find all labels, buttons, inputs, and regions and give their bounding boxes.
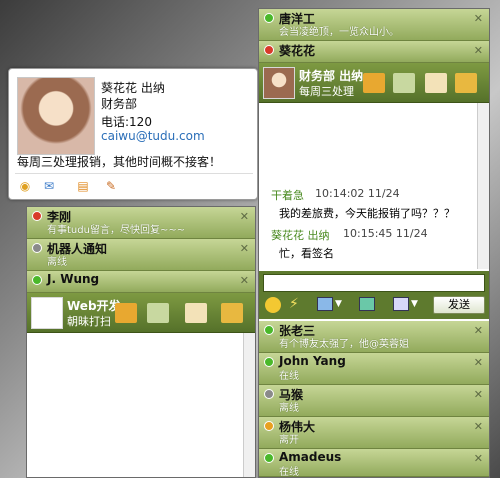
lightning-icon[interactable]: ⚡ (289, 296, 299, 312)
offline-status-icon (32, 243, 42, 253)
contact-status: 离开 (279, 435, 299, 446)
profile-card: 葵花花 出纳 财务部 电话:120 caiwu@tudu.com 每周三处理报销… (8, 68, 258, 200)
contact-row[interactable]: J. Wung ✕ (27, 271, 255, 293)
expanded-contact[interactable]: 财务部 出纳 每周三处理 (259, 63, 489, 103)
close-icon[interactable]: ✕ (474, 12, 483, 25)
close-icon[interactable]: ✕ (474, 420, 483, 433)
screenshot-icon[interactable] (317, 297, 333, 311)
lock-icon[interactable] (455, 73, 477, 93)
online-status-icon (264, 453, 274, 463)
contact-status: 有个博友太强了，他@英蓉姐 (279, 339, 409, 350)
folder-icon[interactable] (115, 303, 137, 323)
contact-row[interactable]: 唐洋工 会当凌绝顶，一览众山小。 ✕ (259, 9, 489, 41)
profile-email[interactable]: caiwu@tudu.com (101, 129, 205, 143)
contact-row[interactable]: 机器人通知 离线 ✕ (27, 239, 255, 271)
folder-icon[interactable] (363, 73, 385, 93)
left-contact-panel: 李刚 有事tudu留言，尽快回复~~~ ✕ 机器人通知 离线 ✕ J. Wung… (26, 206, 256, 478)
message-input[interactable] (263, 274, 485, 292)
online-status-icon (264, 325, 274, 335)
chevron-down-icon[interactable]: ▼ (335, 299, 342, 309)
contact-status: 在线 (279, 371, 299, 382)
avatar[interactable] (17, 77, 95, 155)
contact-status: 有事tudu留言，尽快回复~~~ (47, 225, 186, 236)
message-sender: 干着急 (271, 189, 304, 202)
contact-status: 在线 (279, 467, 299, 478)
profile-department: 财务部 (101, 97, 138, 111)
close-icon[interactable]: ✕ (474, 452, 483, 465)
chevron-down-icon[interactable]: ▼ (411, 299, 418, 309)
mail-icon[interactable] (425, 73, 447, 93)
contact-row[interactable]: 李刚 有事tudu留言，尽快回复~~~ ✕ (27, 207, 255, 239)
expanded-contact[interactable]: Web开发 朝昧打扫 (27, 293, 255, 333)
contact-name: J. Wung (47, 272, 100, 286)
right-contact-panel: 唐洋工 会当凌绝顶，一览众山小。 ✕ 葵花花 ✕ 财务部 出纳 每周三处理 干着… (258, 8, 490, 478)
message-time: 10:14:02 11/24 (315, 187, 400, 200)
message-time: 10:15:45 11/24 (343, 227, 428, 240)
avatar[interactable] (263, 67, 295, 99)
chat-history[interactable]: 干着急 10:14:02 11/24 我的差旅费，今天能报销了吗？？？ 葵花花 … (259, 103, 489, 271)
expanded-contact-name: 财务部 出纳 (299, 69, 364, 83)
close-icon[interactable]: ✕ (474, 324, 483, 337)
contact-row[interactable]: 马猴 离线 ✕ (259, 385, 489, 417)
scrollbar[interactable] (477, 103, 489, 269)
contact-name: John Yang (279, 354, 346, 368)
mail-icon[interactable]: ✉ (41, 179, 57, 193)
lock-icon[interactable] (221, 303, 243, 323)
chat-icon[interactable]: ◉ (17, 179, 33, 193)
contact-name: Amadeus (279, 450, 342, 464)
expanded-contact-status: 朝昧打扫 (67, 315, 111, 328)
history-icon[interactable] (393, 297, 409, 311)
profile-signature: 每周三处理报销，其他时间概不接客！ (17, 155, 222, 169)
close-icon[interactable]: ✕ (474, 388, 483, 401)
close-icon[interactable]: ✕ (240, 274, 249, 287)
profile-phone: 电话:120 (101, 115, 152, 129)
scrollbar[interactable] (243, 333, 255, 477)
online-status-icon (264, 357, 274, 367)
contact-status: 离线 (47, 257, 67, 268)
emoji-icon[interactable] (265, 297, 281, 313)
close-icon[interactable]: ✕ (474, 44, 483, 57)
away-status-icon (264, 421, 274, 431)
contact-row[interactable]: 张老三 有个博友太强了，他@英蓉姐 ✕ (259, 321, 489, 353)
avatar[interactable] (31, 297, 63, 329)
message-text: 我的差旅费，今天能报销了吗？？？ (279, 207, 455, 220)
busy-status-icon (264, 45, 274, 55)
contact-status: 会当凌绝顶，一览众山小。 (279, 27, 399, 38)
chat-input-area: ⚡ ▼ ▼ 发送 (259, 271, 489, 319)
note-icon[interactable]: ✎ (103, 179, 119, 193)
folder-icon[interactable]: ▤ (75, 179, 91, 193)
expanded-contact-name: Web开发 (67, 299, 121, 313)
image-icon[interactable] (359, 297, 375, 311)
divider (15, 173, 253, 174)
send-button[interactable]: 发送 (433, 296, 485, 314)
close-icon[interactable]: ✕ (474, 356, 483, 369)
note-icon[interactable] (393, 73, 415, 93)
close-icon[interactable]: ✕ (240, 210, 249, 223)
profile-name: 葵花花 出纳 (101, 81, 165, 95)
note-icon[interactable] (147, 303, 169, 323)
chat-contact-name: 葵花花 (279, 44, 316, 58)
contact-row[interactable]: 杨伟大 离开 ✕ (259, 417, 489, 449)
mail-icon[interactable] (185, 303, 207, 323)
online-status-icon (32, 275, 42, 285)
online-status-icon (264, 13, 274, 23)
close-icon[interactable]: ✕ (240, 242, 249, 255)
offline-status-icon (264, 389, 274, 399)
contact-row[interactable]: John Yang 在线 ✕ (259, 353, 489, 385)
message-text: 忙，看签名 (279, 247, 334, 260)
contact-row[interactable]: Amadeus 在线 ✕ (259, 449, 489, 478)
message-sender: 葵花花 出纳 (271, 229, 330, 242)
contact-status: 离线 (279, 403, 299, 414)
chat-header[interactable]: 葵花花 ✕ (259, 41, 489, 63)
busy-status-icon (32, 211, 42, 221)
expanded-contact-status: 每周三处理 (299, 85, 354, 98)
